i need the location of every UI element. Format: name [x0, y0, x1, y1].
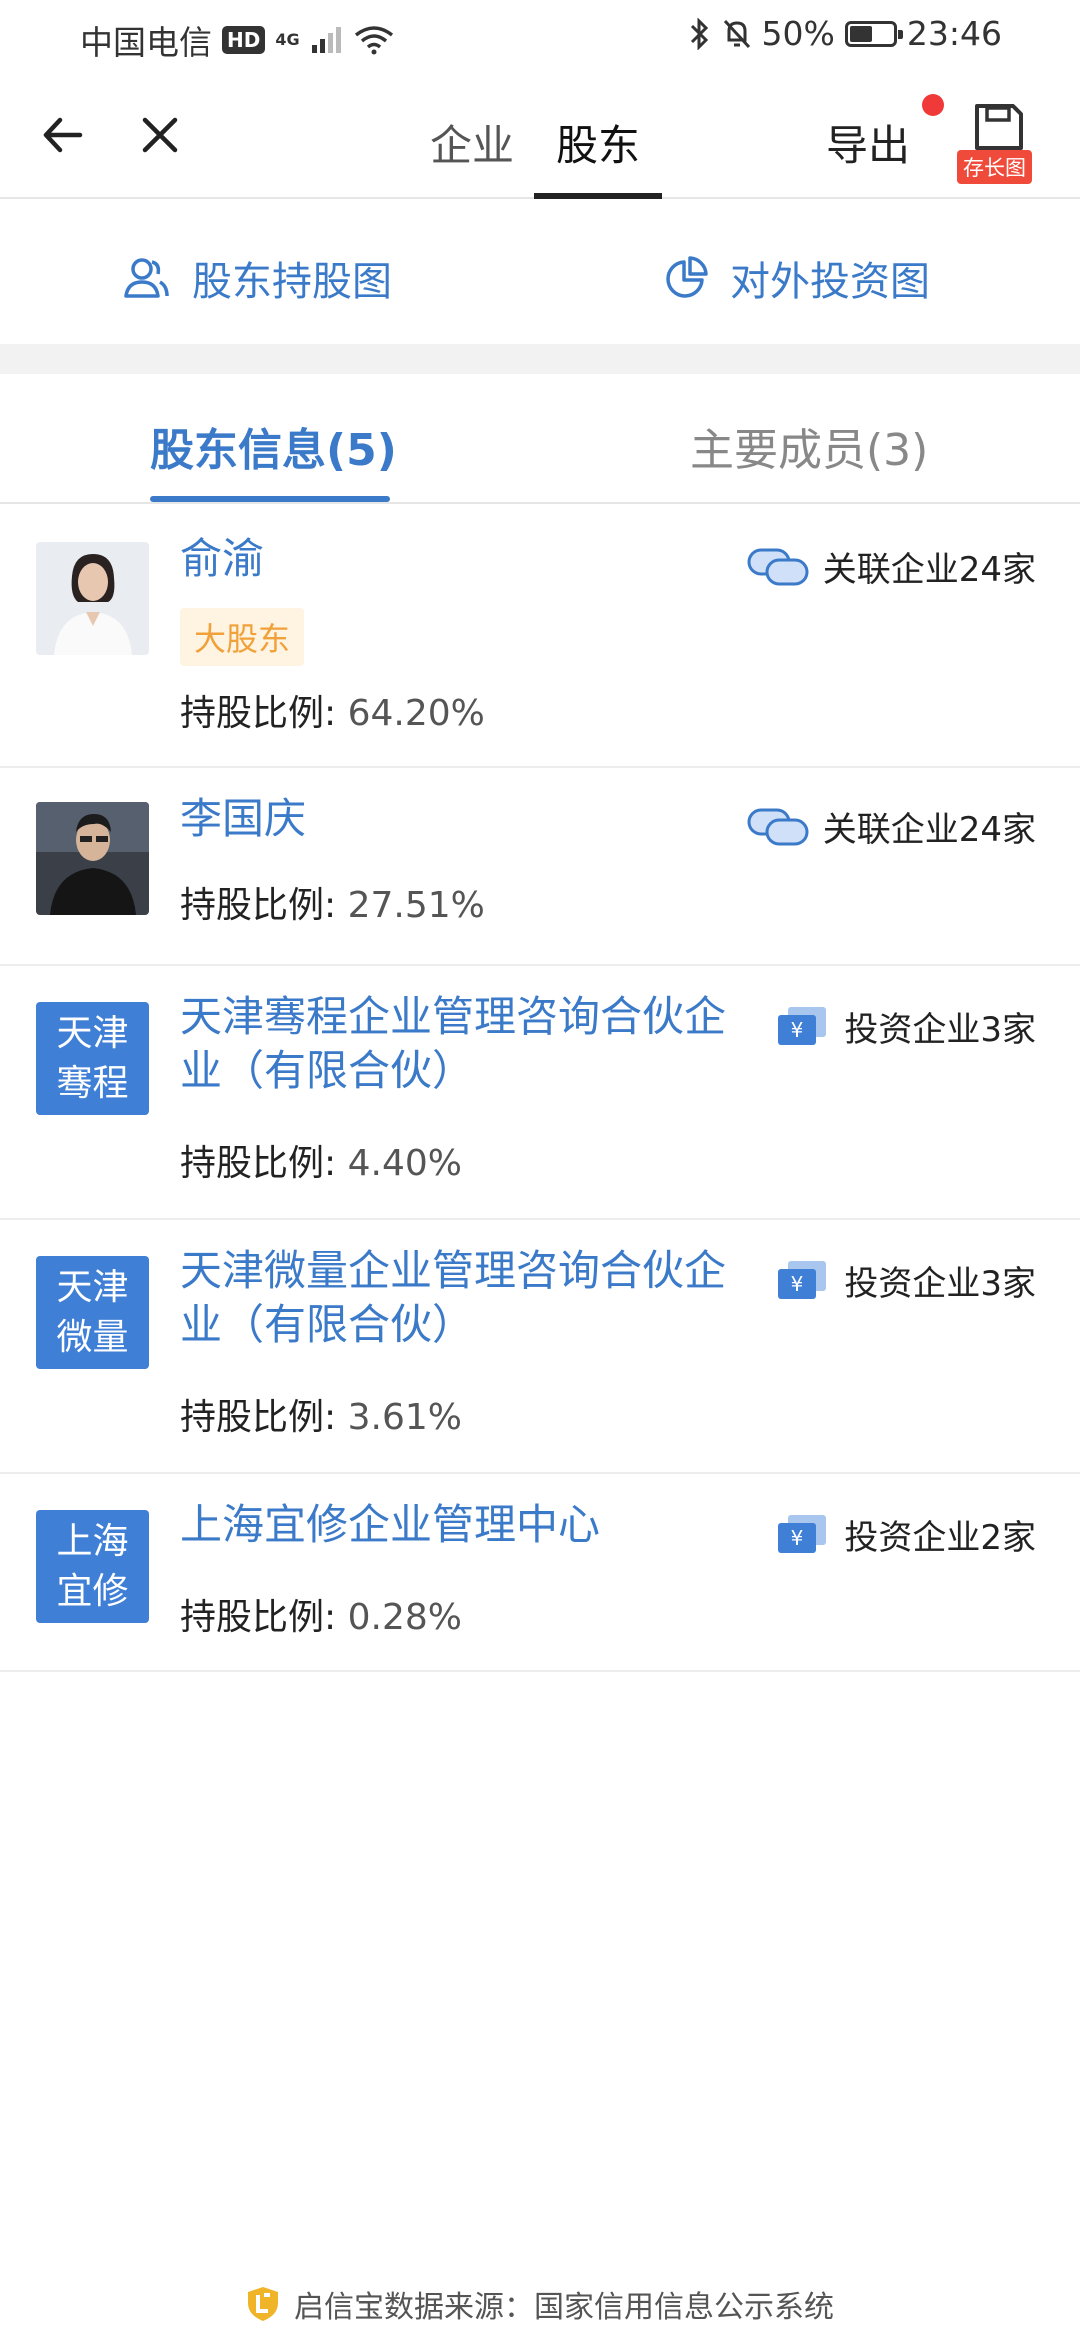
mute-bell-icon: [723, 19, 750, 48]
people-link-icon: [747, 808, 809, 845]
notification-dot: [922, 94, 944, 116]
list-item[interactable]: 俞渝 大股东 持股比例: 64.20% 关联企业24家: [0, 504, 1080, 768]
invested-companies-label: 投资企业3家: [844, 1264, 1036, 1304]
invested-companies-link[interactable]: ¥ 投资企业3家: [774, 1256, 1036, 1305]
avatar-text-line: 宜修: [56, 1570, 129, 1612]
avatar: 天津 微量: [36, 1256, 149, 1369]
floppy-disk-icon: [975, 104, 1023, 150]
ratio-line: 持股比例: 3.61%: [180, 1388, 462, 1440]
save-long-image-button[interactable]: 存长图: [955, 102, 1039, 184]
ratio-value: 27.51%: [347, 885, 485, 926]
tab-company[interactable]: 企业: [430, 72, 514, 199]
list-item[interactable]: 上海 宜修 上海宜修企业管理中心 持股比例: 0.28% ¥ 投资企业2家: [0, 1474, 1080, 1672]
yuan-invest-icon: ¥: [778, 1514, 827, 1553]
avatar: [36, 802, 149, 915]
shareholding-chart-link[interactable]: 股东持股图: [122, 249, 392, 307]
tab-shareholder-info[interactable]: 股东信息(5): [150, 414, 397, 478]
ratio-line: 持股比例: 0.28%: [180, 1588, 462, 1640]
export-button[interactable]: 导出: [826, 112, 910, 173]
shareholder-name[interactable]: 李国庆: [180, 792, 750, 846]
battery-level: [849, 25, 872, 42]
major-shareholder-badge: 大股东: [180, 608, 305, 666]
save-long-image-label: 存长图: [957, 150, 1032, 184]
invested-companies-link[interactable]: ¥ 投资企业2家: [774, 1510, 1036, 1559]
ratio-value: 4.40%: [347, 1143, 462, 1184]
active-tab-indicator: [150, 496, 390, 502]
people-icon: [124, 258, 169, 298]
network-type: 4G: [275, 30, 300, 49]
ratio-label: 持股比例:: [180, 1597, 337, 1638]
ratio-label: 持股比例:: [180, 885, 337, 926]
avatar-text-line: 上海: [56, 1520, 129, 1562]
related-companies-link[interactable]: 关联企业24家: [747, 542, 1036, 591]
list-item[interactable]: 李国庆 持股比例: 27.51% 关联企业24家: [0, 768, 1080, 966]
related-companies-label: 关联企业24家: [822, 550, 1036, 590]
nav-tabs: 企业 股东: [430, 72, 682, 199]
investment-chart-label: 对外投资图: [730, 259, 930, 305]
shield-logo-icon: [248, 2287, 278, 2321]
avatar-text-line: 天津: [56, 1266, 129, 1308]
avatar: [36, 542, 149, 655]
avatar-text-line: 天津: [56, 1012, 129, 1054]
invested-companies-label: 投资企业3家: [844, 1010, 1036, 1050]
section-divider: [0, 344, 1080, 374]
nav-bar: 企业 股东 导出 存长图: [0, 72, 1080, 199]
status-bar: 中国电信 HD 4G 50% 23:46: [0, 0, 1080, 72]
bluetooth-icon: [690, 17, 708, 50]
signal-icon: [311, 27, 341, 53]
wifi-icon: [354, 26, 393, 55]
shareholder-name[interactable]: 上海宜修企业管理中心: [180, 1498, 750, 1552]
ratio-line: 持股比例: 64.20%: [180, 684, 485, 736]
list-item[interactable]: 天津 微量 天津微量企业管理咨询合伙企业（有限合伙） 持股比例: 3.61% ¥…: [0, 1220, 1080, 1474]
invested-companies-label: 投资企业2家: [844, 1518, 1036, 1558]
svg-text:¥: ¥: [791, 1018, 804, 1042]
sub-tabs: 股东信息(5) 主要成员(3): [0, 374, 1080, 504]
clock: 23:46: [906, 14, 1002, 53]
ratio-label: 持股比例:: [180, 693, 337, 734]
yuan-invest-icon: ¥: [778, 1260, 827, 1299]
shareholder-name[interactable]: 天津微量企业管理咨询合伙企业（有限合伙）: [180, 1244, 750, 1352]
avatar-text-line: 微量: [56, 1316, 129, 1358]
battery-icon: [844, 20, 903, 47]
svg-text:¥: ¥: [791, 1272, 804, 1296]
ratio-line: 持股比例: 27.51%: [180, 876, 485, 928]
tab-key-members[interactable]: 主要成员(3): [690, 414, 928, 478]
avatar: 上海 宜修: [36, 1510, 149, 1623]
back-arrow-icon[interactable]: [38, 110, 88, 160]
shareholder-list: 俞渝 大股东 持股比例: 64.20% 关联企业24家 李国庆 持股比例: 27…: [0, 504, 1080, 1672]
list-item[interactable]: 天津 骞程 天津骞程企业管理咨询合伙企业（有限合伙） 持股比例: 4.40% ¥…: [0, 966, 1080, 1220]
ratio-line: 持股比例: 4.40%: [180, 1134, 462, 1186]
invested-companies-link[interactable]: ¥ 投资企业3家: [774, 1002, 1036, 1051]
hd-badge: HD: [222, 26, 266, 54]
related-companies-link[interactable]: 关联企业24家: [747, 802, 1036, 851]
people-link-icon: [747, 548, 809, 585]
shareholder-name[interactable]: 天津骞程企业管理咨询合伙企业（有限合伙）: [180, 990, 750, 1098]
tab-shareholders[interactable]: 股东: [534, 72, 663, 199]
ratio-value: 3.61%: [347, 1397, 462, 1438]
data-source-text: 启信宝数据来源：国家信用信息公示系统: [294, 2290, 834, 2325]
close-icon[interactable]: [135, 110, 185, 160]
shareholding-chart-label: 股东持股图: [192, 259, 392, 305]
avatar-text-line: 骞程: [56, 1062, 129, 1104]
battery-percent: 50%: [761, 14, 835, 53]
ratio-label: 持股比例:: [180, 1143, 337, 1184]
ratio-value: 0.28%: [347, 1597, 462, 1638]
investment-chart-link[interactable]: 对外投资图: [664, 249, 930, 307]
data-source-footer: 启信宝数据来源：国家信用信息公示系统: [0, 2282, 1080, 2326]
shareholder-name[interactable]: 俞渝: [180, 532, 750, 586]
chart-links: 股东持股图 对外投资图: [0, 199, 1080, 344]
ratio-label: 持股比例:: [180, 1397, 337, 1438]
pie-chart-icon: [666, 256, 708, 298]
svg-text:¥: ¥: [791, 1526, 804, 1550]
related-companies-label: 关联企业24家: [822, 810, 1036, 850]
carrier-name: 中国电信: [80, 23, 212, 62]
ratio-value: 64.20%: [347, 693, 485, 734]
yuan-invest-icon: ¥: [778, 1006, 827, 1045]
avatar: 天津 骞程: [36, 1002, 149, 1115]
